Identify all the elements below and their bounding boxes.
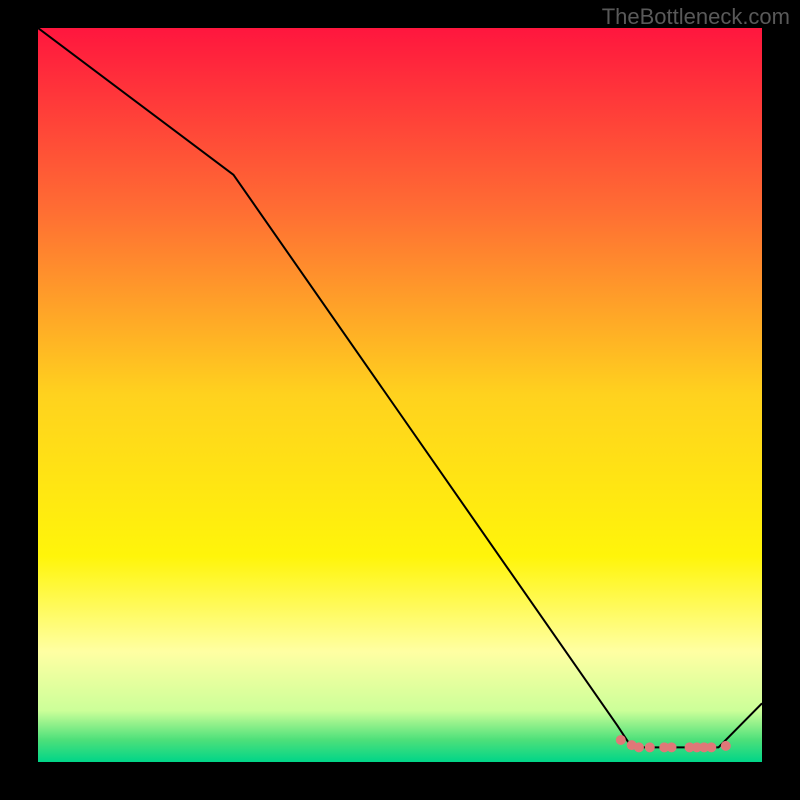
data-marker [706,742,716,752]
data-marker [634,742,644,752]
data-marker [645,742,655,752]
chart-container: TheBottleneck.com [0,0,800,800]
data-marker [667,742,677,752]
data-marker [616,735,626,745]
plot-area [38,28,762,762]
data-marker [721,741,731,751]
gradient-rect [38,28,762,762]
watermark-text: TheBottleneck.com [602,4,790,30]
chart-svg [38,28,762,762]
